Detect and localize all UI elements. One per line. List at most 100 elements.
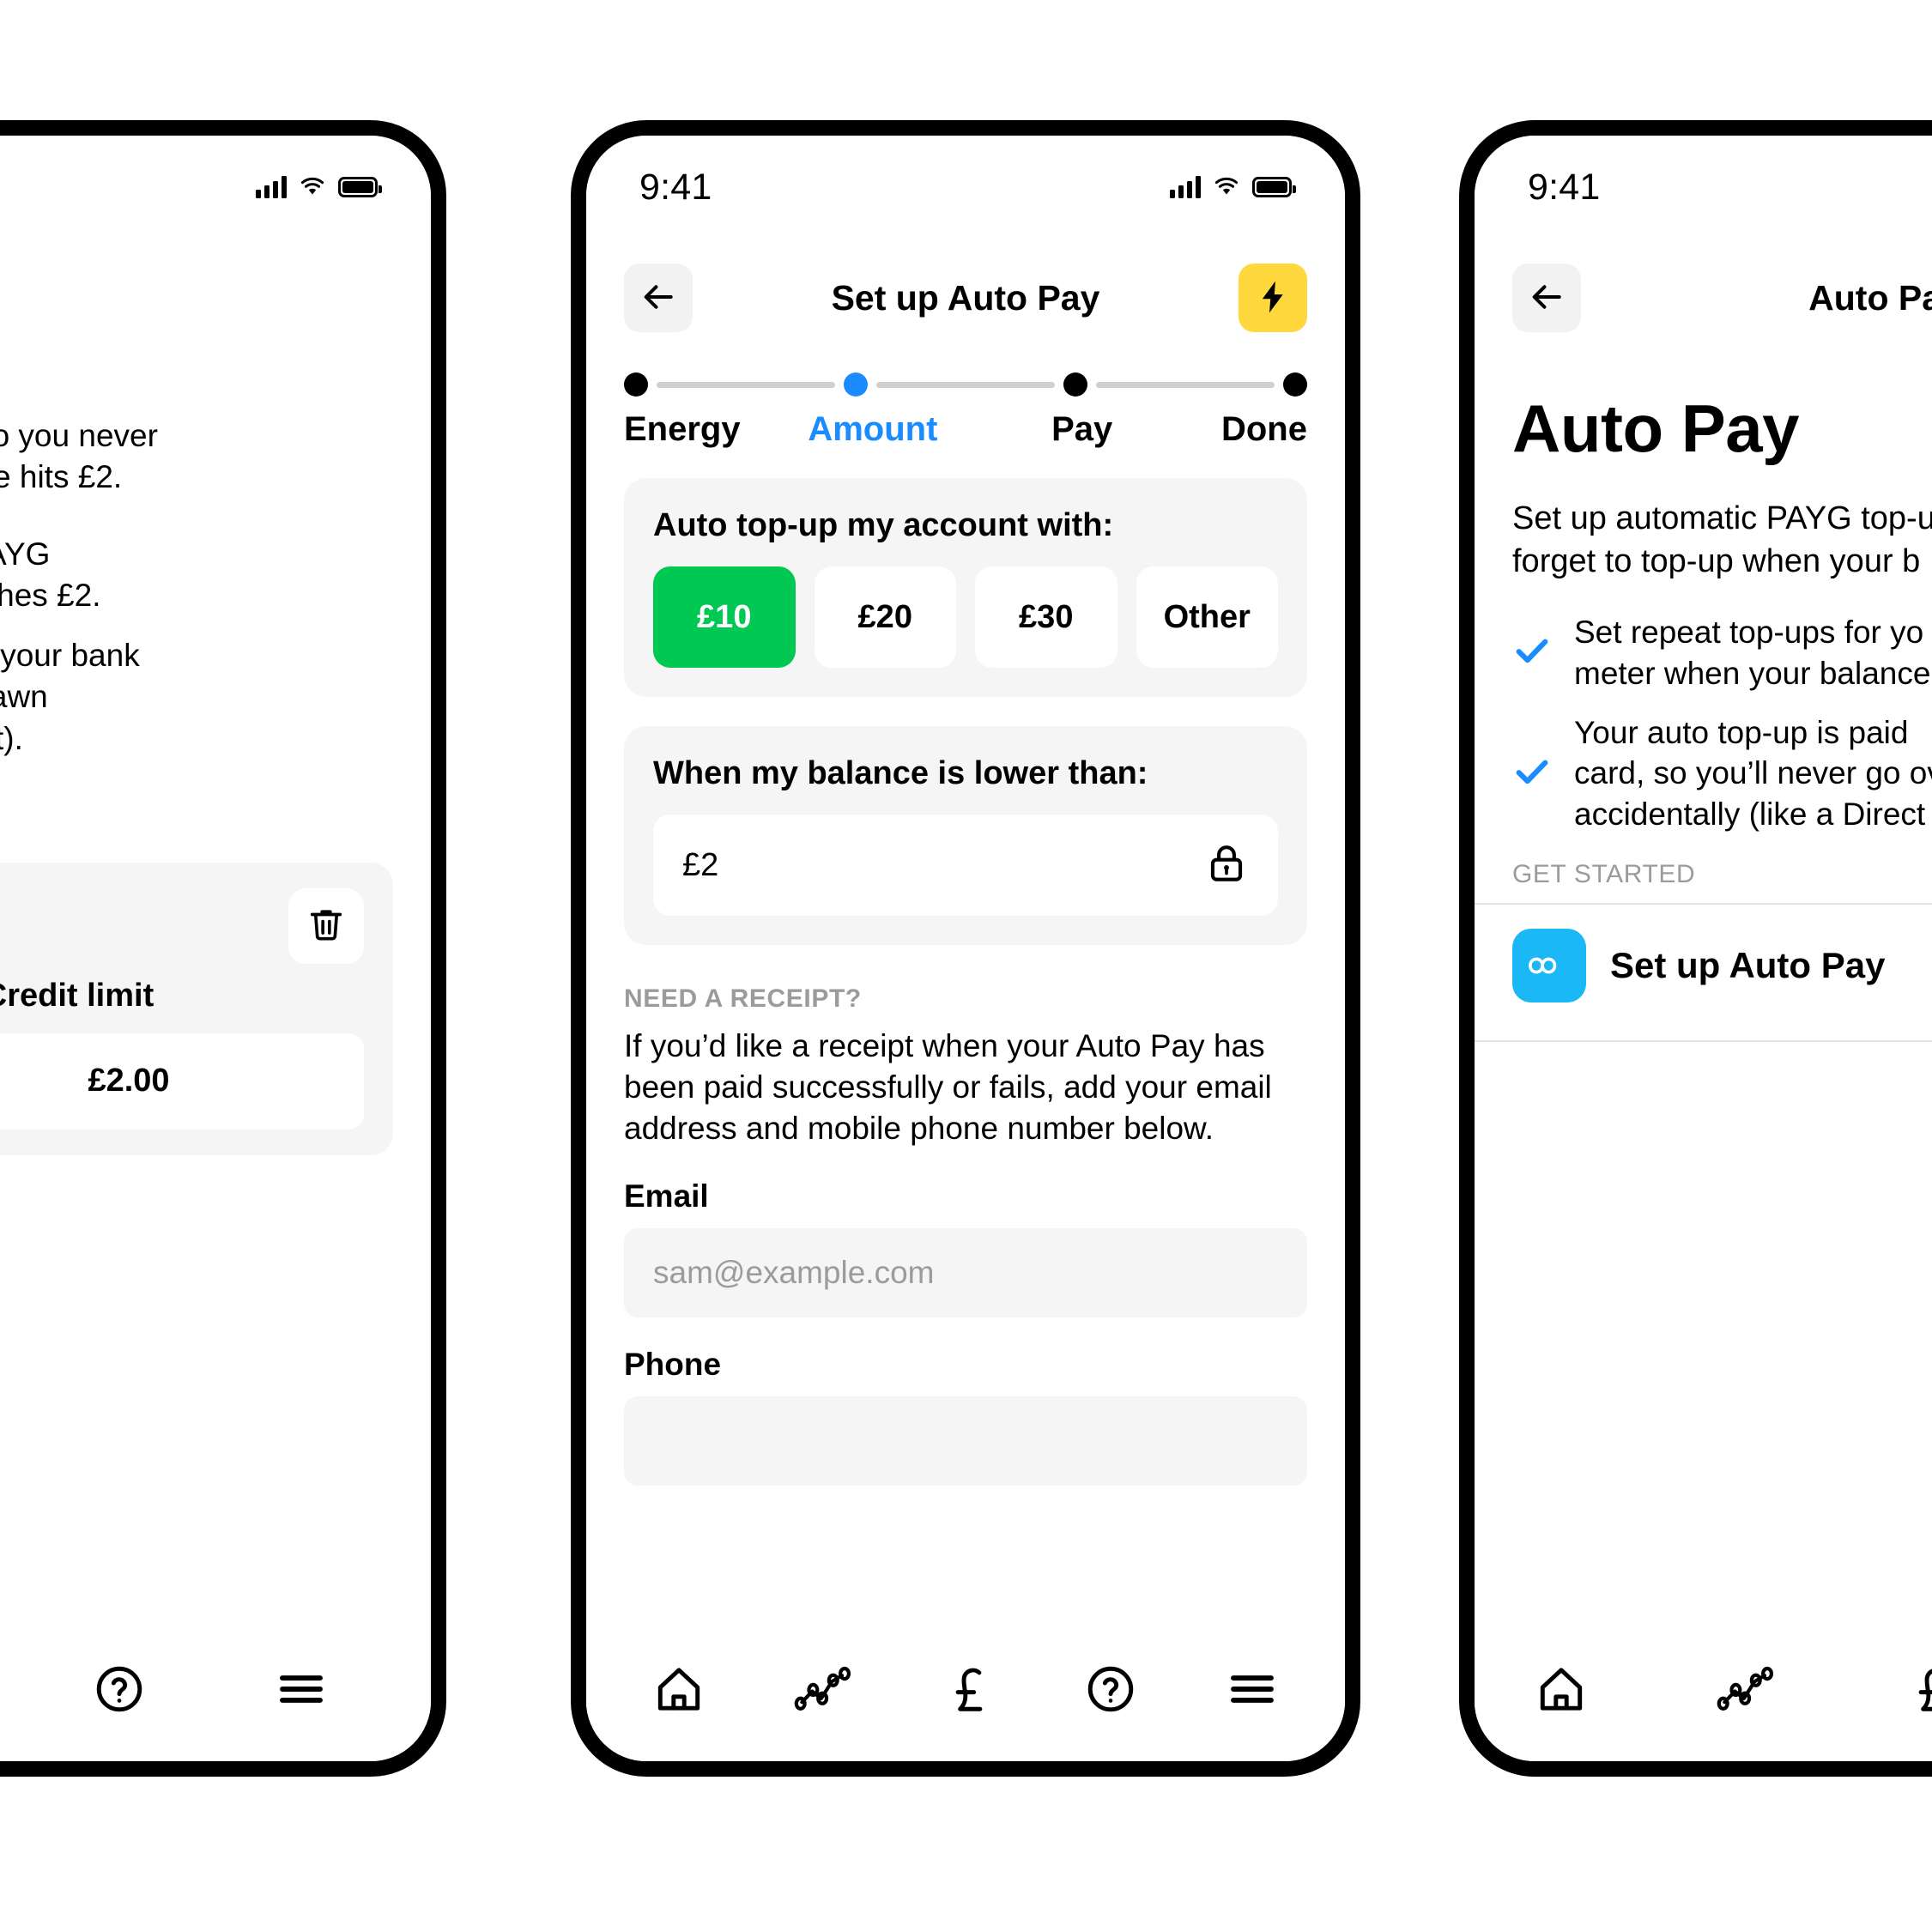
tab-help[interactable] (93, 1662, 146, 1716)
lightning-bolt-icon (1254, 278, 1292, 318)
battery-icon (338, 177, 382, 197)
tab-pay[interactable] (1905, 1662, 1932, 1716)
credit-limit-row: £2.00 (0, 1033, 364, 1130)
phone-center-screen: 9:41 Set up Auto Pay Energy Amount Pay D… (586, 136, 1345, 1761)
battery-icon (1252, 177, 1296, 197)
credit-limit-value[interactable]: £2.00 (0, 1033, 364, 1130)
amount-option-20[interactable]: £20 (814, 566, 956, 668)
tab-bar-left (0, 1617, 431, 1761)
left-copy-line-3: op-ups for your PAYG (0, 536, 51, 572)
flash-action-button[interactable] (1239, 263, 1307, 332)
app-bar-right: Auto Pay (1475, 239, 1932, 342)
phone-mockup-right: 9:41 Auto Pay Auto Pay Set up automatic … (1459, 120, 1932, 1777)
signal-icon (256, 176, 287, 198)
page-title: Auto Pay (0, 278, 431, 318)
tab-usage[interactable] (794, 1663, 854, 1715)
left-copy-line-4: your balance reaches £2. (0, 578, 101, 614)
app-bar-center: Set up Auto Pay (586, 239, 1345, 342)
phone-left-screen: Auto Pay c PAYG top-ups so you never whe… (0, 136, 431, 1761)
list-item: Set repeat top-ups for yo meter when you… (1512, 612, 1932, 693)
left-copy-line-1: c PAYG top-ups so you never (0, 418, 158, 453)
tab-menu[interactable] (1226, 1662, 1279, 1716)
tab-home[interactable] (1535, 1662, 1588, 1716)
topup-amount-card: Auto top-up my account with: £10 £20 £30… (624, 478, 1307, 697)
signal-icon (1170, 176, 1201, 198)
tab-bar-right (1475, 1617, 1932, 1761)
intro-line-1: Set up automatic PAYG top-u (1512, 500, 1932, 536)
stepper-line-2 (876, 381, 1055, 388)
bullet-1-line-1: Set repeat top-ups for yo (1574, 615, 1924, 651)
status-time: 9:41 (639, 166, 712, 208)
status-indicators (256, 176, 382, 198)
balance-threshold-card: When my balance is lower than: £2 (624, 726, 1307, 945)
step-label-amount: Amount (808, 410, 938, 448)
tab-home[interactable] (652, 1662, 706, 1716)
tab-help[interactable] (1084, 1662, 1137, 1716)
stepper-line-1 (657, 381, 835, 388)
topup-amount-title: Auto top-up my account with: (653, 507, 1114, 543)
credit-limit-title: Credit limit (0, 977, 154, 1014)
page-title: Set up Auto Pay (831, 277, 1100, 318)
setup-auto-pay-label: Set up Auto Pay (1610, 945, 1886, 986)
phone-mockup-left: Auto Pay c PAYG top-ups so you never whe… (0, 120, 446, 1777)
page-title: Auto Pay (1808, 277, 1932, 318)
balance-threshold-field[interactable]: £2 (653, 815, 1278, 916)
status-bar-left (0, 136, 431, 239)
step-label-energy: Energy (624, 410, 741, 448)
left-copy-line-5: op-up is paid with your bank (0, 638, 140, 674)
divider-bottom (1475, 1040, 1932, 1043)
screen-heading: Auto Pay (1512, 391, 1800, 466)
status-time: 9:41 (1528, 166, 1601, 208)
step-dot-pay[interactable] (1063, 372, 1087, 397)
email-label: Email (624, 1178, 709, 1214)
lock-icon (1204, 841, 1249, 890)
list-item-text: Set repeat top-ups for yo meter when you… (1574, 612, 1930, 693)
setup-auto-pay-row[interactable]: Set up Auto Pay (1512, 905, 1932, 1027)
tab-bar-center (586, 1617, 1345, 1761)
tab-pay[interactable] (942, 1662, 996, 1716)
amount-option-other[interactable]: Other (1136, 566, 1278, 668)
delete-button[interactable] (288, 887, 364, 964)
screenshot-canvas: Auto Pay c PAYG top-ups so you never whe… (0, 0, 1932, 1932)
phone-label: Phone (624, 1347, 722, 1383)
tab-menu[interactable] (275, 1662, 328, 1716)
stepper-dots (624, 372, 1307, 397)
phone-mockup-center: 9:41 Set up Auto Pay Energy Amount Pay D… (571, 120, 1360, 1777)
intro-line-2: forget to top-up when your b (1512, 543, 1921, 580)
infinity-icon (1512, 929, 1586, 1003)
phone-right-screen: 9:41 Auto Pay Auto Pay Set up automatic … (1475, 136, 1932, 1761)
stepper-labels: Energy Amount Pay Done (624, 410, 1307, 449)
receipt-section: NEED A RECEIPT? If you’d like a receipt … (586, 945, 1345, 1487)
email-field[interactable]: sam@example.com (624, 1228, 1307, 1318)
back-button[interactable] (1512, 263, 1581, 332)
tab-usage[interactable] (1717, 1663, 1777, 1715)
status-bar-center: 9:41 (586, 136, 1345, 239)
step-dot-done[interactable] (1283, 372, 1307, 397)
benefits-list: Set repeat top-ups for yo meter when you… (1512, 612, 1932, 834)
status-bar-right: 9:41 (1475, 136, 1932, 239)
arrow-left-icon (1528, 278, 1566, 318)
step-dot-energy[interactable] (624, 372, 648, 397)
amount-option-30[interactable]: £30 (975, 566, 1117, 668)
amount-option-10[interactable]: £10 (653, 566, 796, 668)
app-bar-left: Auto Pay (0, 239, 431, 342)
get-started-list: Set up Auto Pay (1475, 905, 1932, 1027)
phone-field[interactable] (624, 1396, 1307, 1487)
balance-threshold-title: When my balance is lower than: (653, 755, 1148, 791)
bullet-2-line-3: accidentally (like a Direct (1574, 796, 1926, 832)
trash-icon (306, 905, 346, 947)
back-button[interactable] (624, 263, 693, 332)
email-placeholder: sam@example.com (653, 1255, 935, 1291)
setup-stepper: Energy Amount Pay Done (586, 342, 1345, 449)
list-item: Your auto top-up is paid card, so you’ll… (1512, 712, 1932, 834)
left-copy-line-6: ll never go overdrawn (0, 679, 48, 715)
stepper-line-3 (1096, 381, 1275, 388)
bullet-1-line-2: meter when your balance (1574, 655, 1931, 691)
wifi-icon (299, 177, 326, 197)
bullet-2-line-2: card, so you’ll never go ov (1574, 755, 1932, 791)
step-dot-amount[interactable] (844, 372, 868, 397)
check-icon (1512, 752, 1552, 796)
wifi-icon (1213, 177, 1240, 197)
left-copy-line-2: when your balance hits £2. (0, 459, 123, 495)
right-content: Auto Pay Set up automatic PAYG top-u for… (1475, 390, 1932, 889)
